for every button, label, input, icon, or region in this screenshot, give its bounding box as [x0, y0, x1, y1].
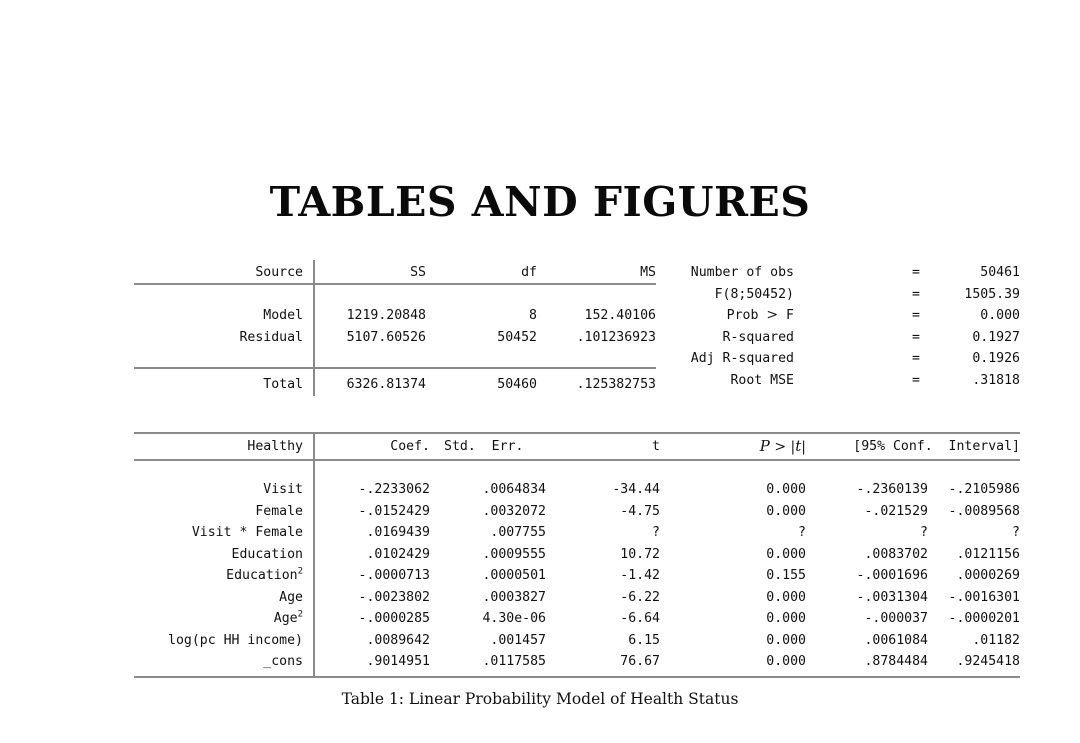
regression-cell-t: -34.44	[612, 482, 660, 497]
regression-row-label: _cons	[263, 654, 303, 669]
regression-cell-ci-hi: .01182	[972, 632, 1020, 648]
regression-cell-p: 0.000	[766, 654, 806, 669]
regression-row-label: Female	[255, 503, 303, 519]
regression-cell-stderr: .0009555	[482, 546, 546, 562]
regression-cell-stderr: .007755	[490, 525, 546, 540]
regression-cell-coef: .9014951	[366, 654, 430, 669]
regression-table: Healthy Coef. Std. Err. t P > |t| [95% Conf. …	[0, 0, 1080, 743]
regression-cell-coef: .0169439	[366, 525, 430, 540]
regression-cell-stderr: .0032072	[482, 503, 546, 519]
regression-cell-ci-hi: -.0000201	[948, 611, 1020, 626]
regression-row-label: log(pc HH income)	[168, 632, 303, 648]
regression-row-label: Education2	[226, 566, 303, 583]
regression-top-rule	[134, 432, 1020, 434]
regression-cell-p: 0.000	[766, 611, 806, 626]
regression-cell-t: -4.75	[620, 503, 660, 519]
regression-row-label: Education	[231, 546, 303, 562]
regression-cell-stderr: 4.30e-06	[482, 611, 546, 626]
regression-cell-stderr: .0000501	[482, 568, 546, 583]
regression-header-p: P > |t|	[759, 437, 806, 455]
regression-cell-t: 6.15	[628, 632, 660, 648]
regression-header-rule	[134, 459, 1020, 461]
regression-cell-ci-hi: -.0089568	[948, 503, 1020, 519]
regression-cell-coef: -.2233062	[358, 482, 430, 497]
document-page: TABLES AND FIGURES Source SS df MS Model 1219…	[0, 0, 1080, 743]
regression-row-label: Age2	[273, 609, 303, 626]
regression-cell-stderr: .0117585	[482, 654, 546, 669]
regression-cell-t: -1.42	[620, 568, 660, 583]
regression-header-ci: [95% Conf. Interval]	[853, 439, 1020, 454]
regression-cell-coef: -.0000713	[358, 568, 430, 583]
regression-cell-stderr: .0003827	[482, 589, 546, 605]
regression-cell-t: 76.67	[620, 654, 660, 669]
regression-cell-p: 0.000	[766, 503, 806, 519]
regression-cell-coef: .0102429	[366, 546, 430, 562]
regression-cell-p: 0.000	[766, 589, 806, 605]
regression-cell-t: 10.72	[620, 546, 660, 562]
regression-cell-coef: -.0023802	[358, 589, 430, 605]
regression-cell-ci-hi: .0000269	[956, 568, 1020, 583]
regression-header-coef: Coef.	[390, 439, 430, 454]
regression-cell-ci-hi: .0121156	[956, 546, 1020, 562]
regression-cell-coef: -.0152429	[358, 503, 430, 519]
table-caption: Table 1: Linear Probability Model of Hea…	[341, 690, 739, 708]
regression-cell-coef: .0089642	[366, 632, 430, 648]
regression-cell-ci-hi: ?	[1012, 525, 1020, 540]
regression-cell-t: ?	[652, 525, 660, 540]
regression-row-label: Age	[279, 589, 303, 605]
regression-cell-p: 0.000	[766, 546, 806, 562]
regression-cell-t: -6.22	[620, 589, 660, 605]
regression-cell-ci-hi: .9245418	[956, 654, 1020, 669]
regression-cell-stderr: .0064834	[482, 482, 546, 497]
regression-cell-p: 0.155	[766, 568, 806, 583]
regression-cell-p: 0.000	[766, 632, 806, 648]
regression-row-label: Visit	[263, 482, 303, 497]
regression-cell-ci-hi: -.2105986	[948, 482, 1020, 497]
regression-cell-t: -6.64	[620, 611, 660, 626]
regression-row-label: Visit * Female	[191, 525, 303, 540]
regression-header-t: t	[652, 439, 660, 454]
regression-header-depvar: Healthy	[247, 439, 303, 454]
regression-cell-coef: -.0000285	[358, 611, 430, 626]
regression-cell-stderr: .001457	[490, 632, 546, 648]
regression-cell-ci-hi: -.0016301	[948, 589, 1020, 605]
regression-bottom-rule	[134, 676, 1020, 678]
regression-cell-p: ?	[798, 525, 806, 540]
regression-cell-p: 0.000	[766, 482, 806, 497]
